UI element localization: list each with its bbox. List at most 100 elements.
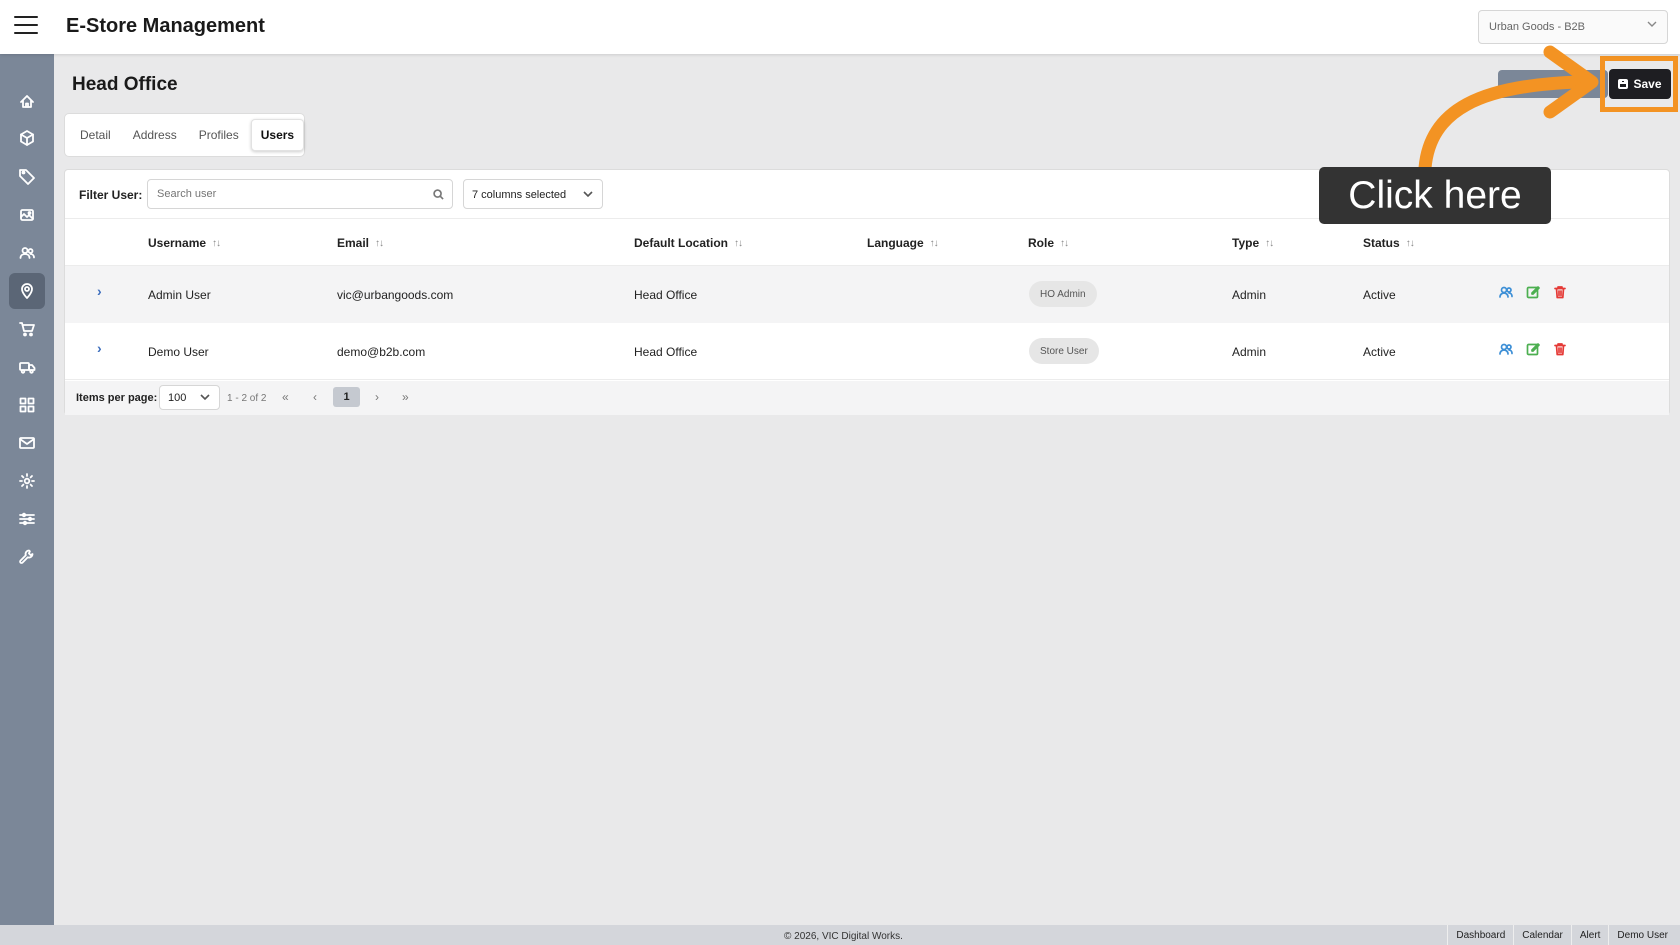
sidebar-item-sliders[interactable] <box>9 501 45 537</box>
sidebar-item-home[interactable] <box>9 83 45 119</box>
footer-link-alert[interactable]: Alert <box>1570 925 1609 945</box>
tab-address[interactable]: Address <box>123 119 187 151</box>
table-row[interactable]: › Admin User vic@urbangoods.com Head Off… <box>65 266 1669 323</box>
tag-icon <box>19 169 35 185</box>
sort-icon: ↑↓ <box>1405 237 1415 249</box>
app-title: E-Store Management <box>66 15 265 37</box>
sidebar-item-box[interactable] <box>9 120 45 156</box>
column-header-type[interactable]: Type ↑↓ <box>1232 236 1274 250</box>
location-cell: Head Office <box>634 345 698 359</box>
delete-icon[interactable] <box>1553 342 1567 356</box>
chevron-down-icon <box>200 394 210 401</box>
expand-row-icon[interactable]: › <box>97 340 102 356</box>
column-header-language[interactable]: Language ↑↓ <box>867 236 939 250</box>
sidebar-item-truck[interactable] <box>9 349 45 385</box>
first-page-icon[interactable]: « <box>282 390 289 404</box>
column-header-label: Role <box>1028 236 1055 250</box>
sidebar-item-images[interactable] <box>9 197 45 233</box>
click-here-callout: Click here <box>1319 167 1551 224</box>
sidebar-item-grid[interactable] <box>9 387 45 423</box>
column-header-email[interactable]: Email ↑↓ <box>337 236 384 250</box>
columns-selector[interactable]: 7 columns selected <box>463 179 603 209</box>
sidebar-item-gear[interactable] <box>9 463 45 499</box>
column-header-role[interactable]: Role ↑↓ <box>1028 236 1069 250</box>
column-header-label: Language <box>867 236 924 250</box>
pagination-bar: Items per page: 100 1 - 2 of 2 « ‹ 1 › » <box>65 381 1669 415</box>
sidebar-item-wrench[interactable] <box>9 539 45 575</box>
annotation-arrow-icon <box>1418 45 1599 175</box>
column-header-username[interactable]: Username ↑↓ <box>148 236 221 250</box>
sort-icon: ↑↓ <box>1265 237 1274 249</box>
location-cell: Head Office <box>634 288 698 302</box>
store-selector[interactable]: Urban Goods - B2B <box>1478 10 1668 44</box>
column-header-default-location[interactable]: Default Location ↑↓ <box>634 236 743 250</box>
last-page-icon[interactable]: » <box>402 390 409 404</box>
search-field <box>147 179 453 209</box>
username-cell: Demo User <box>148 345 209 359</box>
items-per-page-select[interactable]: 100 <box>159 385 220 410</box>
column-header-label: Type <box>1232 236 1260 250</box>
user-profiles-icon[interactable] <box>1499 342 1513 356</box>
sidebar-item-tag[interactable] <box>9 158 45 194</box>
sort-icon: ↑↓ <box>375 237 384 249</box>
menu-icon[interactable] <box>14 16 38 36</box>
user-profiles-icon[interactable] <box>1499 285 1513 299</box>
edit-icon[interactable] <box>1526 285 1540 299</box>
images-icon <box>20 209 34 221</box>
search-input[interactable] <box>148 180 452 208</box>
sidebar-item-users[interactable] <box>9 235 45 271</box>
store-selector-value: Urban Goods - B2B <box>1489 21 1585 33</box>
next-page-icon[interactable]: › <box>375 390 379 404</box>
sidebar-item-mail[interactable] <box>9 425 45 461</box>
footer-link-user[interactable]: Demo User <box>1608 925 1676 945</box>
username-cell: Admin User <box>148 288 211 302</box>
expand-row-icon[interactable]: › <box>97 283 102 299</box>
users-icon <box>19 247 35 259</box>
copyright-text: © 2026, VIC Digital Works. <box>784 931 903 942</box>
prev-page-icon[interactable]: ‹ <box>313 390 317 404</box>
column-header-label: Default Location <box>634 236 729 250</box>
table-row[interactable]: › Demo User demo@b2b.com Head Office Sto… <box>65 323 1669 380</box>
column-header-label: Email <box>337 236 370 250</box>
wrench-icon <box>19 549 34 564</box>
role-badge: HO Admin <box>1029 281 1097 307</box>
footer-link-dashboard[interactable]: Dashboard <box>1447 925 1513 945</box>
status-cell: Active <box>1363 288 1396 302</box>
chevron-down-icon <box>1647 21 1657 27</box>
footer-link-calendar[interactable]: Calendar <box>1513 925 1571 945</box>
sliders-icon <box>19 512 35 526</box>
filter-label: Filter User: <box>79 188 143 202</box>
status-cell: Active <box>1363 345 1396 359</box>
tab-profiles[interactable]: Profiles <box>189 119 249 151</box>
grid-icon <box>19 397 35 413</box>
row-actions <box>1499 285 1567 299</box>
type-cell: Admin <box>1232 288 1267 302</box>
column-header-label: Username <box>148 236 207 250</box>
page-number-current[interactable]: 1 <box>333 387 360 407</box>
box-icon <box>20 130 34 146</box>
tab-detail[interactable]: Detail <box>70 119 121 151</box>
column-header-label: Status <box>1363 236 1400 250</box>
edit-icon[interactable] <box>1526 342 1540 356</box>
items-per-page-value: 100 <box>168 392 187 404</box>
footer: © 2026, VIC Digital Works. Dashboard Cal… <box>0 925 1680 945</box>
type-cell: Admin <box>1232 345 1267 359</box>
delete-icon[interactable] <box>1553 285 1567 299</box>
location-pin-icon <box>21 283 33 299</box>
chevron-down-icon <box>583 191 593 198</box>
sort-icon: ↑↓ <box>212 237 221 249</box>
email-cell: demo@b2b.com <box>337 345 426 359</box>
home-icon <box>20 95 34 108</box>
sidebar-item-cart[interactable] <box>9 311 45 347</box>
page-title: Head Office <box>72 74 178 95</box>
search-icon[interactable] <box>433 189 444 200</box>
sidebar-item-location-pin[interactable] <box>9 273 45 309</box>
column-header-status[interactable]: Status ↑↓ <box>1363 236 1415 250</box>
tab-users[interactable]: Users <box>250 119 305 151</box>
row-actions <box>1499 342 1567 356</box>
save-highlight-box <box>1600 56 1678 112</box>
truck-icon <box>19 362 36 374</box>
table-header: Username ↑↓ Email ↑↓ Default Location ↑↓ La… <box>65 218 1669 266</box>
mail-icon <box>19 437 35 449</box>
email-cell: vic@urbangoods.com <box>337 288 454 302</box>
